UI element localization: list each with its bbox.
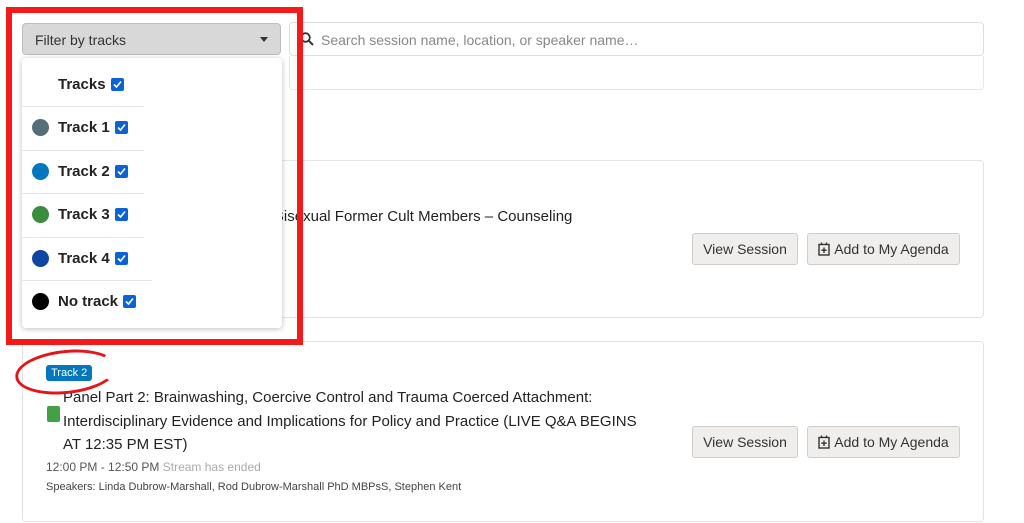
- add-to-agenda-button[interactable]: Add to My Agenda: [807, 426, 960, 458]
- title-line: Panel Part 2: Brainwashing, Coercive Con…: [63, 389, 593, 406]
- session-title[interactable]: Panel Part 2: Brainwashing, Coercive Con…: [63, 386, 683, 457]
- session-type-icon: [47, 406, 60, 422]
- button-label: Add to My Agenda: [834, 434, 949, 450]
- annotation-highlight-box: [6, 7, 303, 345]
- session-time: 12:00 PM - 12:50 PM Stream has ended: [46, 460, 261, 474]
- time-range: 12:00 PM - 12:50 PM: [46, 460, 160, 474]
- button-label: View Session: [703, 434, 787, 450]
- button-label: Add to My Agenda: [834, 241, 949, 257]
- title-line: AT 12:35 PM EST): [63, 436, 188, 453]
- button-label: View Session: [703, 241, 787, 257]
- session-speakers: Speakers: Linda Dubrow-Marshall, Rod Dub…: [46, 481, 462, 493]
- add-to-agenda-button[interactable]: Add to My Agenda: [807, 233, 960, 265]
- calendar-plus-icon: [818, 435, 830, 449]
- search-placeholder: Search session name, location, or speake…: [321, 32, 639, 48]
- filter-panel: [289, 56, 984, 90]
- title-line: Interdisciplinary Evidence and Implicati…: [63, 412, 637, 430]
- stream-status: Stream has ended: [162, 460, 261, 474]
- calendar-plus-icon: [818, 242, 830, 256]
- view-session-button[interactable]: View Session: [692, 426, 798, 458]
- search-input[interactable]: Search session name, location, or speake…: [289, 22, 984, 56]
- session-card: Track 2 Panel Part 2: Brainwashing, Coer…: [22, 341, 984, 522]
- view-session-button[interactable]: View Session: [692, 233, 798, 265]
